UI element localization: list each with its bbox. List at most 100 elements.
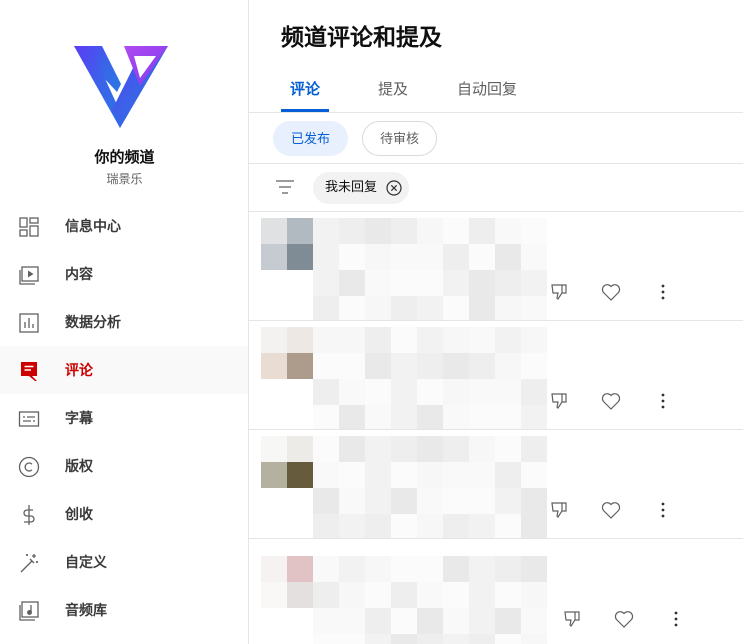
monetization-icon xyxy=(23,505,35,525)
comment-row[interactable] xyxy=(249,212,743,321)
avatar-pixel xyxy=(287,556,313,582)
heart-icon[interactable] xyxy=(613,608,635,630)
chip-published[interactable]: 已发布 xyxy=(273,121,349,156)
pixelated-block xyxy=(469,270,495,296)
pixelated-block xyxy=(339,296,365,320)
comment-row[interactable] xyxy=(249,430,743,539)
pixelated-block xyxy=(443,582,469,608)
avatar-pixel xyxy=(261,556,287,582)
pixelated-block xyxy=(313,582,339,608)
pixelated-block xyxy=(469,436,495,462)
pixelated-block xyxy=(391,353,417,379)
sidebar-item-audio-library[interactable]: 音频库 xyxy=(0,586,248,634)
pixelated-block xyxy=(391,244,417,270)
pixelated-block xyxy=(417,218,443,244)
pixelated-block xyxy=(443,327,469,353)
heart-icon[interactable] xyxy=(600,281,622,303)
audio-library-icon xyxy=(19,601,39,621)
pixelated-block xyxy=(391,327,417,353)
pixelated-block xyxy=(313,379,339,405)
sidebar-item-monetization[interactable]: 创收 xyxy=(0,490,248,538)
pixelated-block xyxy=(521,436,547,462)
sidebar-item-content[interactable]: 内容 xyxy=(0,250,248,298)
pixelated-block xyxy=(495,436,521,462)
pixelated-block xyxy=(365,296,391,320)
tab-mentions[interactable]: 提及 xyxy=(378,78,408,99)
pixelated-block xyxy=(391,514,417,538)
sidebar-item-customization[interactable]: 自定义 xyxy=(0,538,248,586)
pixelated-block xyxy=(469,582,495,608)
pixelated-block xyxy=(391,270,417,296)
pixelated-block xyxy=(469,296,495,320)
filter-chip-unreplied[interactable]: 我未回复 xyxy=(313,172,410,204)
pixelated-block xyxy=(495,582,521,608)
sidebar-item-analytics[interactable]: 数据分析 xyxy=(0,298,248,346)
pixelated-block xyxy=(365,556,391,582)
pixelated-block xyxy=(443,405,469,429)
sidebar-item-label: 信息中心 xyxy=(65,219,121,235)
pixelated-block xyxy=(495,327,521,353)
avatar-pixel xyxy=(287,353,313,379)
comment-row[interactable] xyxy=(249,321,743,430)
pixelated-block xyxy=(417,488,443,514)
avatar-pixel xyxy=(287,582,313,608)
channel-logo[interactable] xyxy=(72,44,170,130)
pixelated-block xyxy=(443,436,469,462)
pixelated-block xyxy=(443,218,469,244)
sidebar-item-copyright[interactable]: 版权 xyxy=(0,442,248,490)
filter-icon[interactable] xyxy=(275,178,295,196)
heart-icon[interactable] xyxy=(600,499,622,521)
pixelated-block xyxy=(365,218,391,244)
pixelated-block xyxy=(469,514,495,538)
pixelated-block xyxy=(365,514,391,538)
pixelated-block xyxy=(391,608,417,634)
tab-comments[interactable]: 评论 xyxy=(290,78,320,99)
pixelated-block xyxy=(417,270,443,296)
filter-row: 我未回复 xyxy=(249,164,743,212)
pixelated-block xyxy=(391,405,417,429)
pixelated-block xyxy=(365,582,391,608)
pixelated-block xyxy=(443,270,469,296)
pixelated-block xyxy=(521,608,547,634)
pixelated-block xyxy=(521,296,547,320)
pixelated-block xyxy=(339,327,365,353)
pixelated-block xyxy=(469,462,495,488)
analytics-icon xyxy=(19,313,39,333)
pixelated-block xyxy=(417,353,443,379)
pixelated-block xyxy=(391,379,417,405)
status-chip-row: 已发布 待审核 xyxy=(249,113,743,164)
dislike-icon[interactable] xyxy=(561,608,583,630)
page-title: 频道评论和提及 xyxy=(281,25,442,51)
dislike-icon[interactable] xyxy=(548,390,570,412)
pixelated-block xyxy=(521,353,547,379)
pixelated-block xyxy=(339,608,365,634)
more-options-icon[interactable] xyxy=(652,499,674,521)
pixelated-block xyxy=(521,270,547,296)
pixelated-block xyxy=(521,556,547,582)
sidebar-item-subtitles[interactable]: 字幕 xyxy=(0,394,248,442)
more-options-icon[interactable] xyxy=(652,281,674,303)
pixelated-block xyxy=(417,582,443,608)
pixelated-block xyxy=(417,462,443,488)
more-options-icon[interactable] xyxy=(652,390,674,412)
dislike-icon[interactable] xyxy=(548,281,570,303)
comment-row[interactable] xyxy=(249,539,743,644)
dislike-icon[interactable] xyxy=(548,499,570,521)
pixelated-block xyxy=(469,634,495,644)
close-icon[interactable] xyxy=(386,180,402,196)
sidebar-item-comments[interactable]: 评论 xyxy=(0,346,248,394)
sidebar-item-dashboard[interactable]: 信息中心 xyxy=(0,202,248,250)
chip-pending-review[interactable]: 待审核 xyxy=(362,121,438,156)
pixelated-block xyxy=(495,353,521,379)
heart-icon[interactable] xyxy=(600,390,622,412)
pixelated-block xyxy=(443,514,469,538)
pixelated-block xyxy=(443,608,469,634)
pixelated-block xyxy=(365,244,391,270)
sidebar-nav: 信息中心 内容 数据分析 评论 字幕 版权 创收 自定义 音频库 xyxy=(0,202,248,634)
pixelated-block xyxy=(521,379,547,405)
sidebar-item-label: 自定义 xyxy=(65,555,107,571)
more-options-icon[interactable] xyxy=(665,608,687,630)
tab-auto-reply[interactable]: 自动回复 xyxy=(457,78,517,99)
avatar-pixel xyxy=(261,462,287,488)
main-panel: 频道评论和提及 评论 提及 自动回复 已发布 待审核 我未回复 xyxy=(249,0,743,644)
